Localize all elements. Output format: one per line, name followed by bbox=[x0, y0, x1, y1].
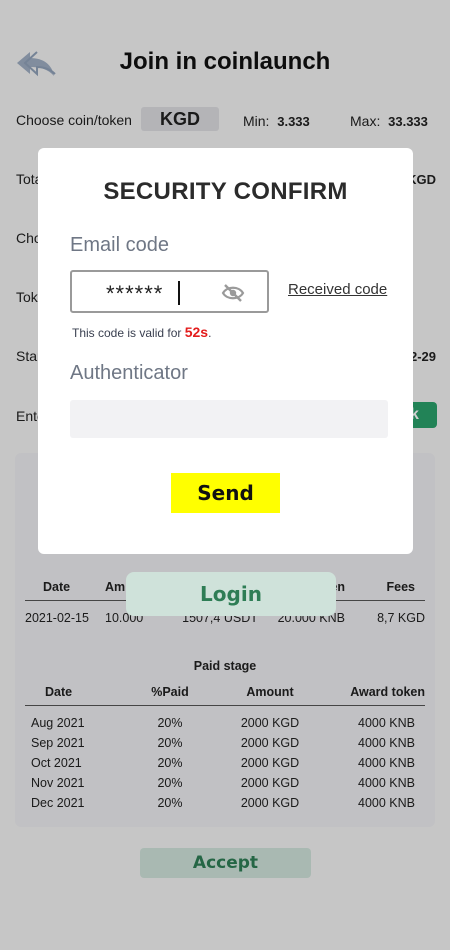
email-code-label: Email code bbox=[70, 234, 169, 256]
code-validity-text: This code is valid for 52s. bbox=[72, 324, 212, 340]
email-code-value: ****** bbox=[106, 281, 164, 306]
authenticator-input[interactable] bbox=[70, 400, 388, 438]
eye-slash-icon[interactable] bbox=[221, 282, 245, 304]
login-button[interactable]: Login bbox=[126, 572, 336, 616]
text-caret bbox=[178, 281, 180, 305]
countdown-seconds: 52s bbox=[184, 324, 209, 340]
dialog-title: SECURITY CONFIRM bbox=[103, 178, 348, 205]
send-button[interactable]: Send bbox=[171, 473, 280, 513]
email-code-input[interactable]: ****** bbox=[70, 270, 269, 313]
authenticator-label: Authenticator bbox=[70, 362, 188, 384]
received-code-link[interactable]: Received code bbox=[288, 281, 387, 298]
security-confirm-dialog: SECURITY CONFIRM Email code ****** Recei… bbox=[38, 148, 413, 554]
